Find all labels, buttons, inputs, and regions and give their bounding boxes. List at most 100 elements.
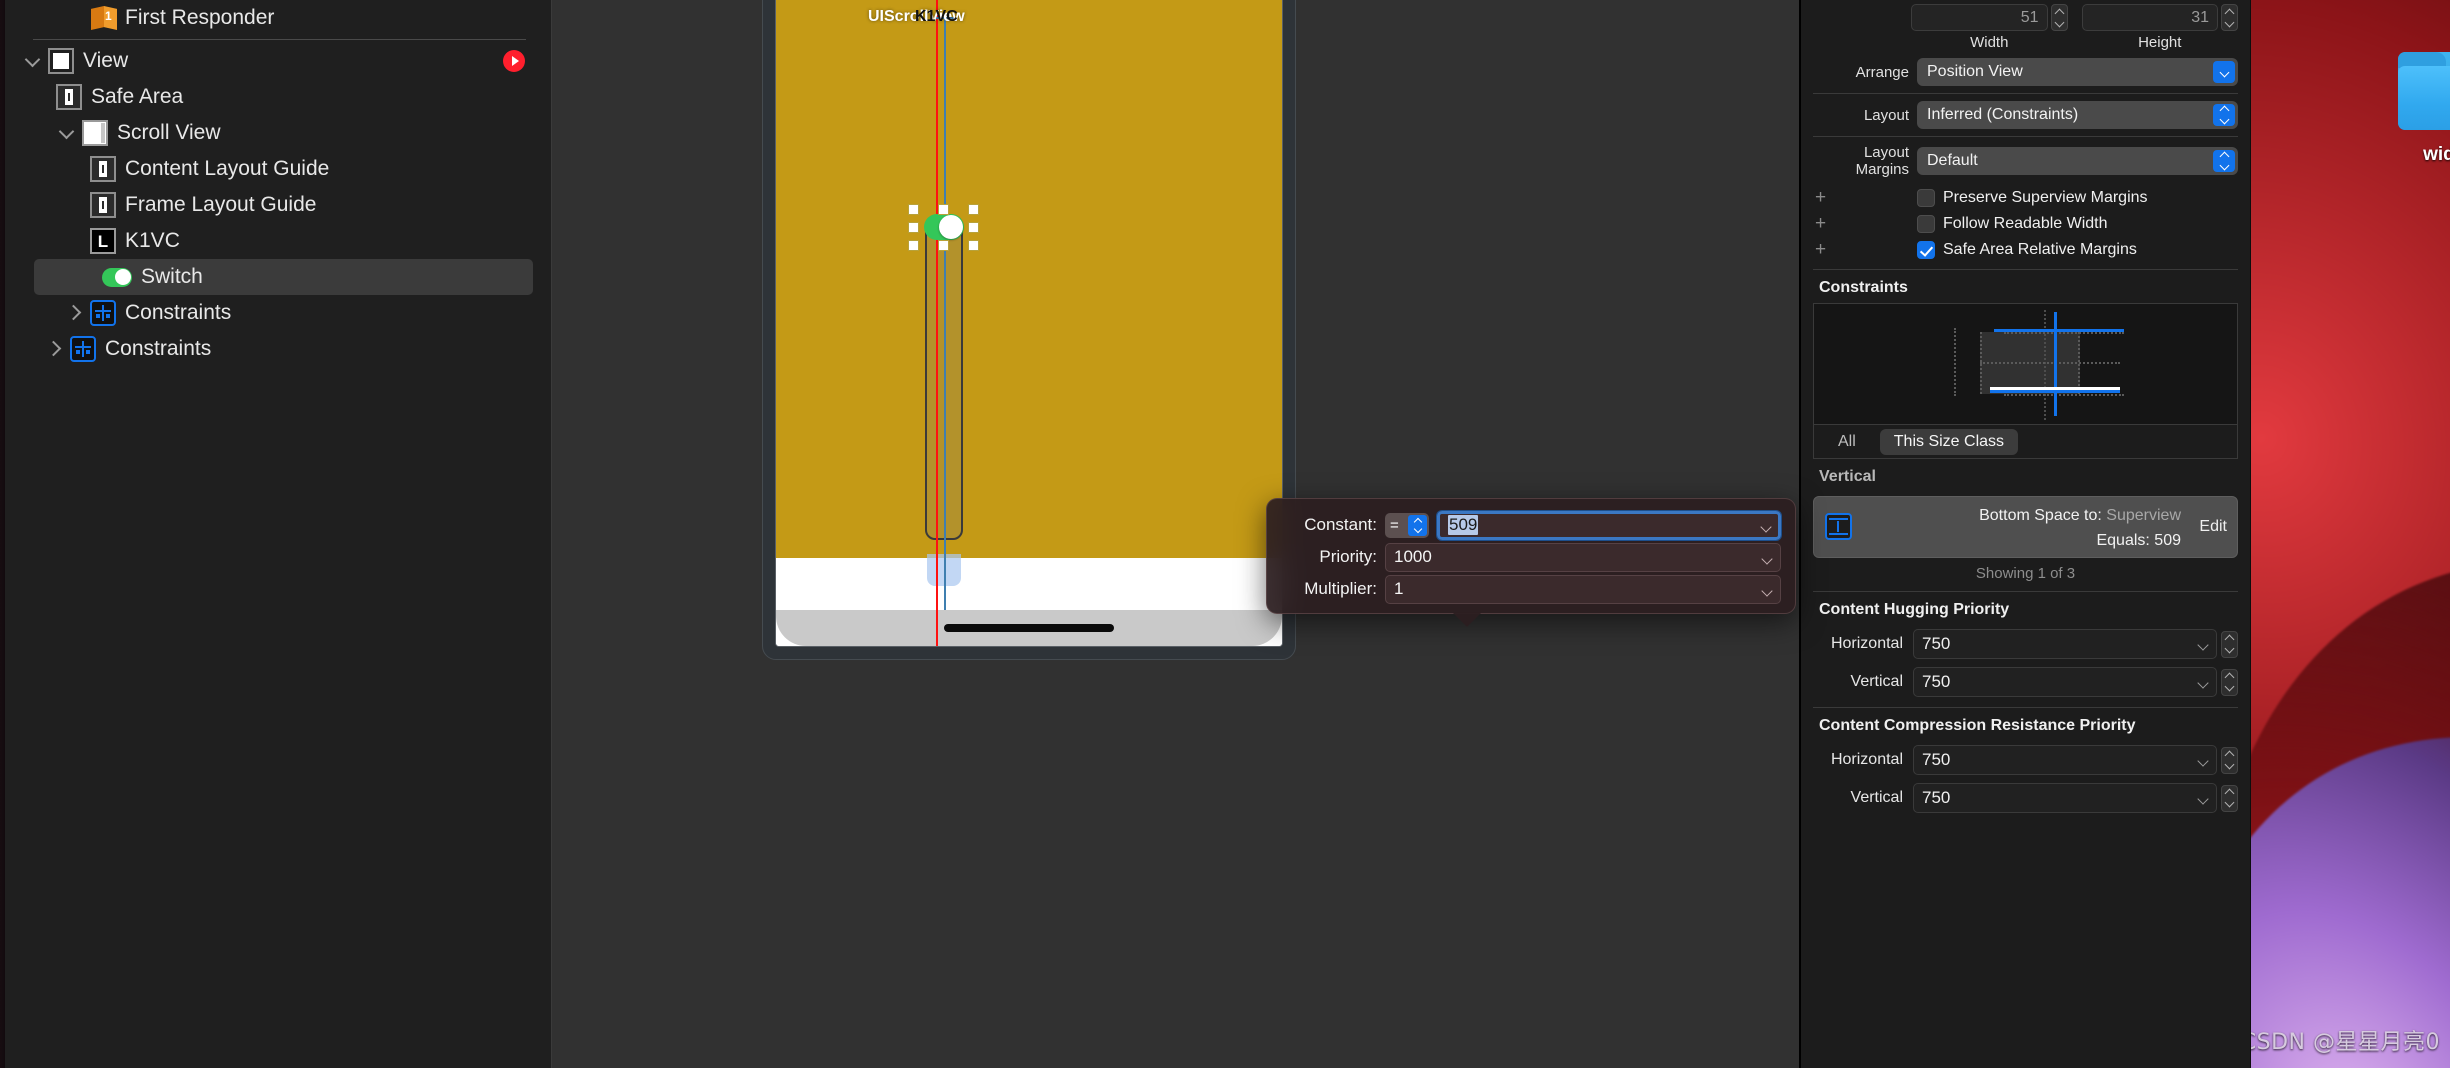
height-stepper[interactable] xyxy=(2221,4,2238,31)
add-variation-button[interactable]: + xyxy=(1813,239,1909,261)
chevron-right-icon[interactable] xyxy=(44,337,68,361)
layout-margins-row: Layout Margins Default xyxy=(1801,137,2250,185)
selection-handle-tc[interactable] xyxy=(938,204,949,215)
device-preview-frame: UIScrollView K1VC xyxy=(762,0,1296,660)
height-input[interactable]: 31 xyxy=(2081,4,2218,31)
add-variation-button[interactable]: + xyxy=(1813,187,1909,209)
chevron-down-icon xyxy=(2197,755,2209,767)
segment-this-size-class[interactable]: This Size Class xyxy=(1879,428,2019,455)
selected-switch-control[interactable] xyxy=(924,214,964,240)
preserve-superview-margins-checkbox[interactable] xyxy=(1917,189,1935,207)
selection-handle-ml[interactable] xyxy=(908,222,919,233)
hugging-vertical-stepper[interactable] xyxy=(2221,668,2238,696)
chevron-updown-icon xyxy=(2213,150,2235,172)
desktop-folder-widget[interactable]: widge xyxy=(2355,52,2450,166)
arrange-select[interactable]: Position View xyxy=(1917,58,2238,86)
outline-item-frame-layout-guide[interactable]: Frame Layout Guide xyxy=(0,187,551,223)
constraint-edit-button[interactable]: Edit xyxy=(2199,518,2227,536)
hugging-vertical-combo[interactable]: 750 xyxy=(1913,667,2217,697)
chevron-down-icon[interactable] xyxy=(22,49,46,73)
hugging-horizontal-label: Horizontal xyxy=(1830,635,1903,652)
selection-handle-bc[interactable] xyxy=(938,240,949,251)
switch-knob xyxy=(939,215,963,239)
alignment-guide-red xyxy=(936,0,938,646)
chevron-down-icon[interactable] xyxy=(1761,584,1773,597)
selection-handle-br[interactable] xyxy=(968,240,979,251)
relation-select[interactable]: = xyxy=(1385,512,1429,538)
priority-input[interactable]: 1000 xyxy=(1385,542,1781,572)
outline-item-label: View xyxy=(83,49,129,72)
compression-horizontal-row: Horizontal 750 xyxy=(1801,741,2250,779)
height-field-group[interactable]: 31 xyxy=(2081,4,2238,31)
outline-item-label: Scroll View xyxy=(117,121,221,144)
compression-horizontal-value: 750 xyxy=(1922,750,1951,769)
constant-input[interactable]: 509 xyxy=(1437,510,1781,540)
outline-item-label: Frame Layout Guide xyxy=(125,193,317,216)
selection-handle-tl[interactable] xyxy=(908,204,919,215)
constraint-line-vertical xyxy=(2054,312,2057,416)
constraints-scope-segmented-control: All This Size Class xyxy=(1813,425,2238,459)
constraints-icon xyxy=(90,300,116,326)
layout-margins-select[interactable]: Default xyxy=(1917,147,2238,175)
chevron-updown-icon xyxy=(1408,514,1427,536)
hugging-horizontal-value: 750 xyxy=(1922,634,1951,653)
bottom-space-constraint-icon xyxy=(1825,513,1852,540)
vertical-group-title: Vertical xyxy=(1819,468,1876,485)
add-variation-button[interactable]: + xyxy=(1813,213,1909,235)
outline-item-label: Switch xyxy=(141,265,203,288)
width-input[interactable]: 51 xyxy=(1911,4,2048,31)
layout-select[interactable]: Inferred (Constraints) xyxy=(1917,101,2238,129)
constant-label: Constant: xyxy=(1304,515,1377,534)
height-caption: Height xyxy=(2138,34,2182,51)
compression-horizontal-label: Horizontal xyxy=(1830,751,1903,768)
switch-icon xyxy=(102,267,132,287)
outline-item-scroll-view[interactable]: Scroll View xyxy=(0,115,551,151)
chevron-right-icon[interactable] xyxy=(64,301,88,325)
follow-readable-width-label: Follow Readable Width xyxy=(1943,215,2108,232)
hugging-vertical-row: Vertical 750 xyxy=(1801,663,2250,701)
width-stepper[interactable] xyxy=(2050,4,2068,31)
compression-horizontal-combo[interactable]: 750 xyxy=(1913,745,2217,775)
compression-vertical-stepper[interactable] xyxy=(2221,784,2238,812)
arrange-label: Arrange xyxy=(1855,63,1909,81)
size-inspector-panel: 51 31 Width Height Arrange Position View xyxy=(1800,0,2250,1068)
compression-vertical-combo[interactable]: 750 xyxy=(1913,783,2217,813)
segment-all[interactable]: All xyxy=(1824,429,1870,455)
multiplier-label: Multiplier: xyxy=(1304,579,1377,598)
safe-area-relative-margins-checkbox[interactable] xyxy=(1917,241,1935,259)
status-badge[interactable] xyxy=(503,50,525,72)
multiplier-input[interactable]: 1 xyxy=(1385,574,1781,604)
relation-symbol: = xyxy=(1390,516,1399,534)
guide-dotted-h-bottom xyxy=(2004,394,2124,396)
hugging-horizontal-combo[interactable]: 750 xyxy=(1913,629,2217,659)
outline-item-safe-area[interactable]: Safe Area xyxy=(0,79,551,115)
outline-item-constraints-inner[interactable]: Constraints xyxy=(0,295,551,331)
selection-handle-bl[interactable] xyxy=(908,240,919,251)
constraints-section-title: Constraints xyxy=(1819,279,1908,296)
chevron-down-icon[interactable] xyxy=(1760,520,1772,533)
constraints-diagram[interactable] xyxy=(1813,303,2238,425)
chevron-down-icon[interactable] xyxy=(1761,552,1773,565)
compression-horizontal-stepper[interactable] xyxy=(2221,746,2238,774)
outline-item-k1vc[interactable]: L K1VC xyxy=(0,223,551,259)
constraint-list-row[interactable]: Bottom Space to: Superview Equals: 509 E… xyxy=(1813,496,2238,558)
chevron-down-icon[interactable] xyxy=(56,121,80,145)
constraint-edit-popover: Constant: = 509 Priority: 1000 Multiplie… xyxy=(1266,498,1796,627)
chevron-down-icon xyxy=(2197,677,2209,689)
selection-handle-mr[interactable] xyxy=(968,222,979,233)
outline-item-view[interactable]: View xyxy=(0,43,551,79)
hugging-horizontal-stepper[interactable] xyxy=(2221,630,2238,658)
preserve-superview-margins-label: Preserve Superview Margins xyxy=(1943,189,2148,206)
selection-handle-tr[interactable] xyxy=(968,204,979,215)
outline-item-content-layout-guide[interactable]: Content Layout Guide xyxy=(0,151,551,187)
outline-item-constraints-outer[interactable]: Constraints xyxy=(0,331,551,367)
outline-item-first-responder[interactable]: 1 First Responder xyxy=(0,0,551,36)
hugging-horizontal-row: Horizontal 750 xyxy=(1801,625,2250,663)
content-compression-resistance-title: Content Compression Resistance Priority xyxy=(1819,717,2136,734)
follow-readable-width-checkbox[interactable] xyxy=(1917,215,1935,233)
constraint-relation-line: Bottom Space to: Superview xyxy=(1824,503,2227,528)
scroll-view-content[interactable] xyxy=(776,0,1282,558)
follow-readable-width-row: + Follow Readable Width xyxy=(1801,211,2250,237)
outline-item-switch[interactable]: Switch xyxy=(34,259,533,295)
width-field-group[interactable]: 51 xyxy=(1911,4,2068,31)
